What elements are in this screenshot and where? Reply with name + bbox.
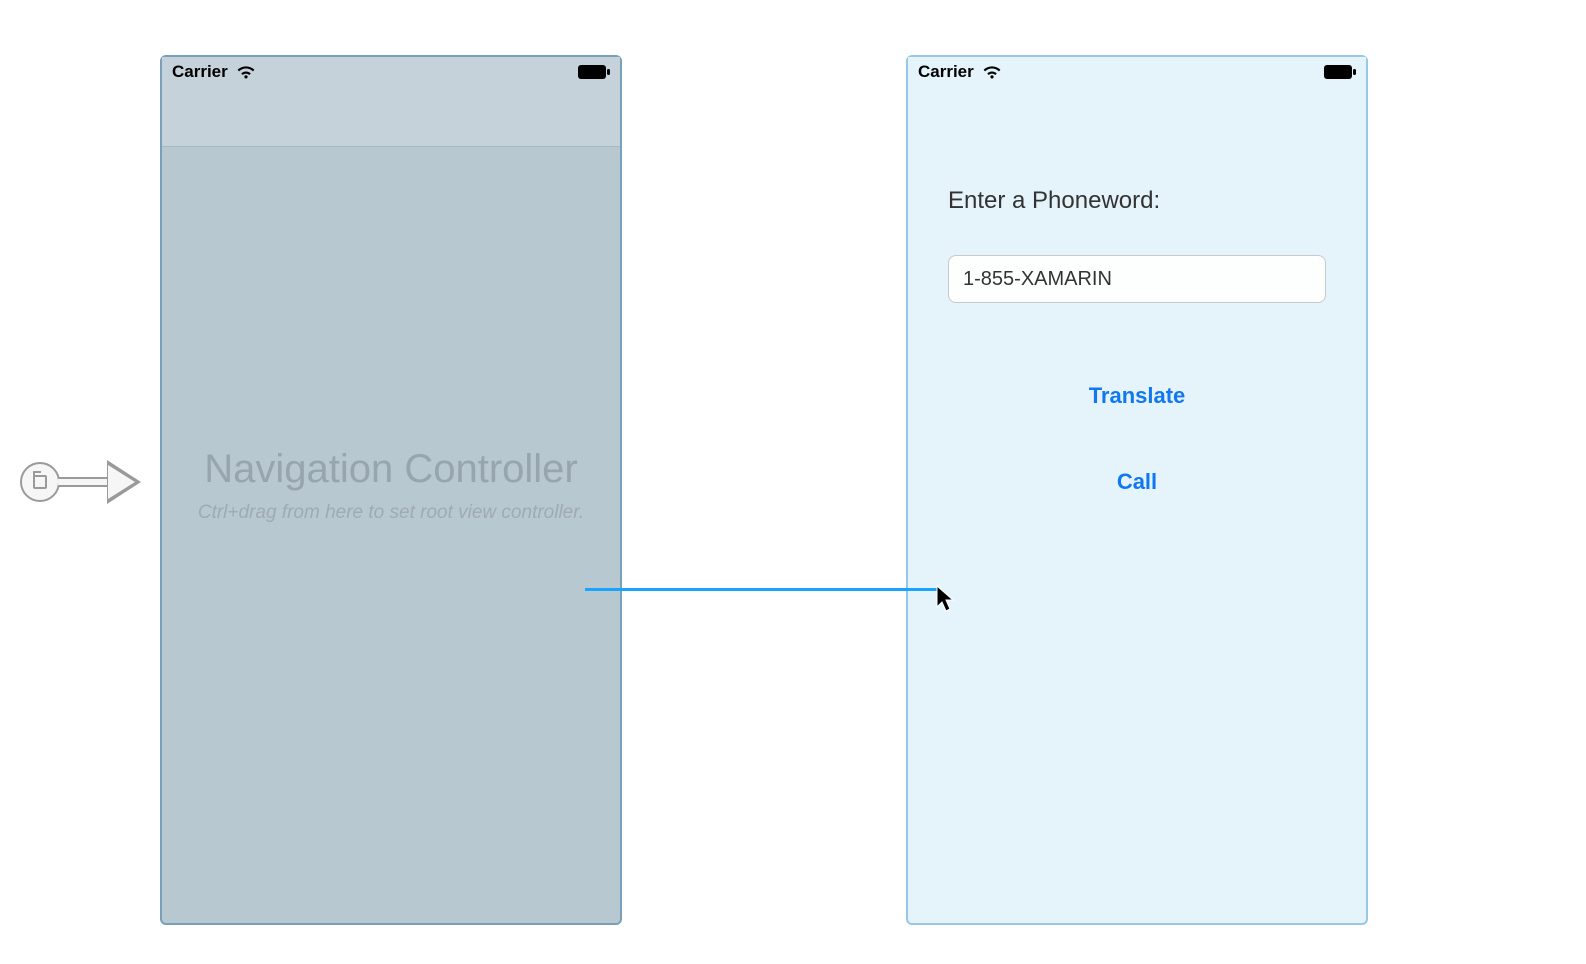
status-bar: Carrier (162, 57, 620, 87)
mouse-cursor-icon (936, 585, 956, 613)
navigation-controller-title: Navigation Controller (204, 447, 578, 492)
navigation-bar (162, 87, 620, 147)
initial-view-controller-indicator[interactable] (20, 460, 141, 504)
carrier-label: Carrier (172, 62, 228, 82)
view-controller-scene[interactable]: Carrier Enter a Phoneword: Translate Cal… (906, 55, 1368, 925)
wifi-icon (982, 65, 1002, 80)
entry-arrow-shaft (58, 477, 108, 487)
phoneword-prompt-label: Enter a Phoneword: (948, 187, 1326, 215)
translate-button[interactable]: Translate (948, 383, 1326, 409)
battery-icon (1324, 65, 1356, 79)
segue-drag-line (585, 588, 940, 591)
navigation-controller-body: Navigation Controller Ctrl+drag from her… (162, 147, 620, 524)
navigation-controller-subtitle: Ctrl+drag from here to set root view con… (198, 502, 584, 524)
status-bar: Carrier (908, 57, 1366, 87)
carrier-label: Carrier (918, 62, 974, 82)
entry-point-circle-icon (20, 462, 60, 502)
phoneword-input[interactable] (948, 255, 1326, 303)
battery-icon (578, 65, 610, 79)
wifi-icon (236, 65, 256, 80)
entry-arrow-head-icon (107, 460, 141, 504)
call-button[interactable]: Call (948, 469, 1326, 495)
navigation-controller-scene[interactable]: Carrier Navigation Controller Ctrl+drag … (160, 55, 622, 925)
view-controller-body: Enter a Phoneword: Translate Call (908, 87, 1366, 535)
